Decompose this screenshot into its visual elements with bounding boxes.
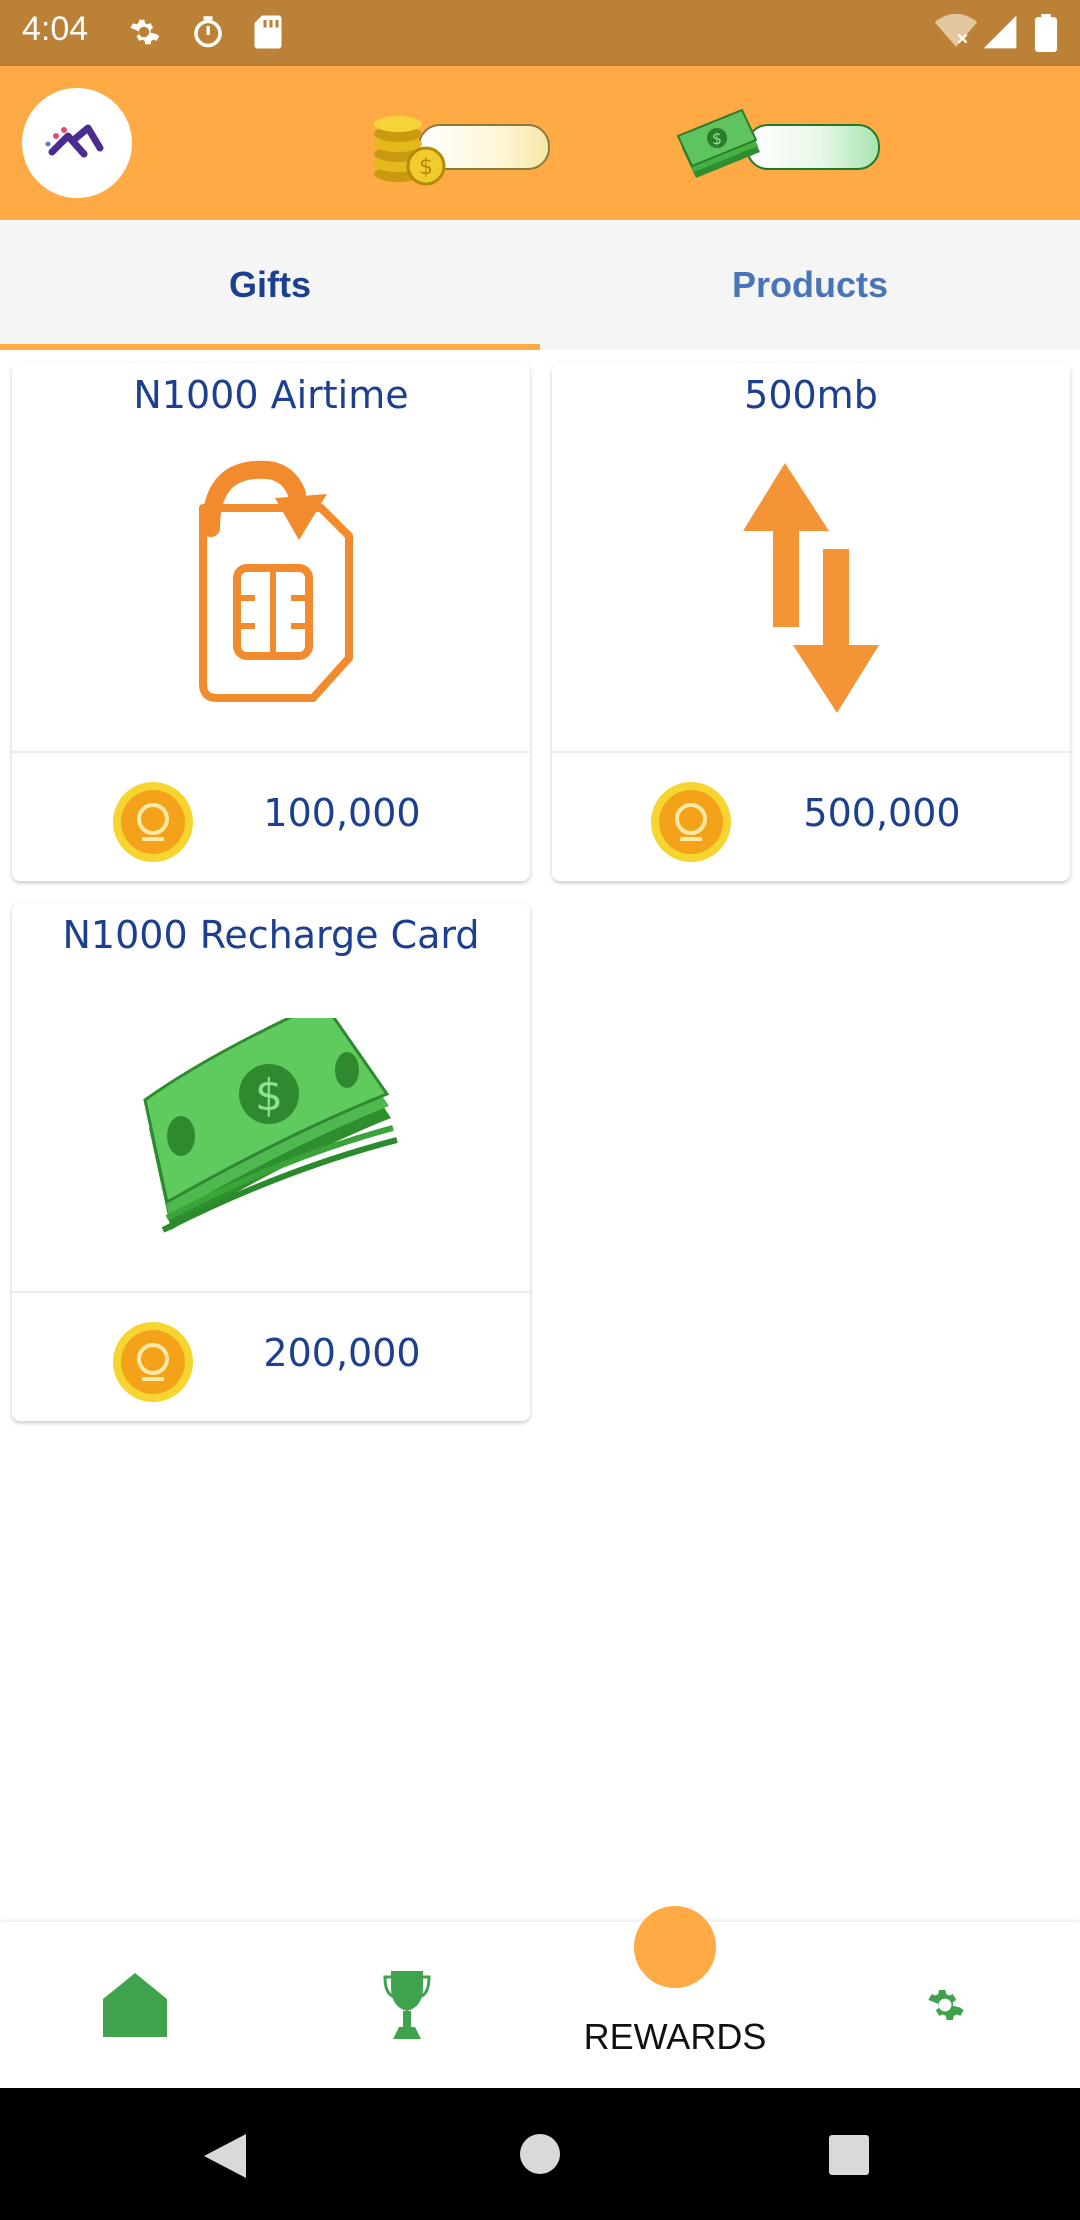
nav-home[interactable]: [40, 1922, 230, 2088]
app-logo[interactable]: [22, 88, 132, 198]
cash-balance[interactable]: $: [676, 102, 882, 182]
battery-icon: [1034, 14, 1058, 56]
svg-text:$: $: [712, 129, 722, 148]
data-arrows-icon: [552, 433, 1070, 743]
gift-card-data[interactable]: 500mb 500,000: [552, 363, 1070, 881]
coin-balance[interactable]: $: [368, 102, 554, 186]
gift-title: N1000 Airtime: [133, 373, 409, 417]
tab-indicator: [0, 344, 540, 350]
gift-title: 500mb: [744, 373, 878, 417]
svg-text:$: $: [255, 1070, 283, 1121]
nav-settings[interactable]: [850, 1922, 1040, 2088]
trophy-icon: [383, 1971, 431, 2039]
coin-stack-icon: $: [374, 116, 446, 186]
gift-title: N1000 Recharge Card: [62, 913, 480, 957]
home-icon: [103, 1973, 167, 2037]
wifi-off-icon: [934, 13, 978, 54]
tab-bar: Gifts Products: [0, 220, 1080, 350]
tab-gifts[interactable]: Gifts: [0, 220, 540, 350]
card-divider: [12, 751, 530, 753]
back-icon[interactable]: [202, 2132, 248, 2180]
nav-leaderboard[interactable]: [312, 1922, 502, 2088]
coin-icon: [650, 781, 732, 863]
nav-rewards-label[interactable]: REWARDS: [540, 2016, 810, 2058]
app-bar: $ $: [0, 66, 1080, 220]
status-bar: 4:04: [0, 0, 1080, 66]
cash-icon: $: [676, 108, 760, 178]
gift-card-airtime[interactable]: N1000 Airtime 100,000: [12, 363, 530, 881]
timer-icon: [190, 14, 226, 54]
sim-airtime-icon: [12, 433, 530, 743]
gift-price: 200,000: [263, 1331, 421, 1375]
bottom-nav: [0, 1922, 1080, 2088]
sd-card-icon: [252, 14, 284, 54]
tab-products[interactable]: Products: [540, 220, 1080, 350]
card-divider: [552, 751, 1070, 753]
rewards-button[interactable]: [634, 1906, 716, 1988]
svg-text:$: $: [419, 155, 433, 180]
cash-balance-pill: [746, 124, 880, 170]
coin-icon: [112, 1321, 194, 1403]
home-button-icon[interactable]: [518, 2132, 562, 2176]
gift-price: 100,000: [263, 791, 421, 835]
cash-stack-icon: $: [12, 973, 530, 1283]
recents-icon[interactable]: [828, 2134, 870, 2176]
settings-icon: [126, 14, 162, 54]
gift-price: 500,000: [803, 791, 961, 835]
system-nav-bar: [0, 2088, 1080, 2220]
status-time: 4:04: [22, 10, 89, 48]
gear-icon: [928, 1989, 964, 2021]
card-divider: [12, 1291, 530, 1293]
signal-icon: [982, 14, 1018, 54]
gift-card-recharge[interactable]: N1000 Recharge Card $ 200,000: [12, 903, 530, 1421]
coin-icon: [112, 781, 194, 863]
